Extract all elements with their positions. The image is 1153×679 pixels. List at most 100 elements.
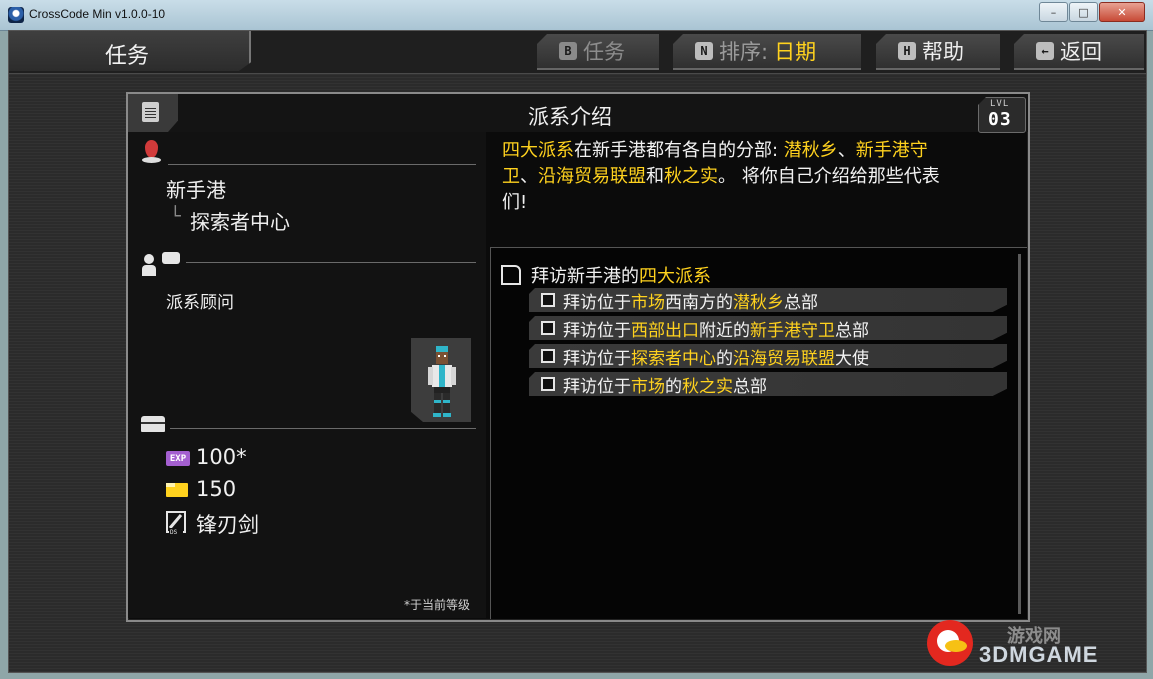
key-h-icon: H [898, 42, 916, 60]
description-text: 、 [520, 166, 538, 187]
key-n-icon: N [695, 42, 713, 60]
reward-exp: 100* [196, 445, 247, 469]
sub-task: 拜访位于市场西南方的潜秋乡总部 [529, 288, 1007, 312]
task-text: 总部 [733, 376, 767, 397]
sort-button-label: 排序: [719, 40, 769, 64]
level-value: 03 [988, 109, 1012, 130]
npc-sprite-icon [428, 346, 456, 417]
subtask-checkbox-icon [541, 377, 555, 391]
main-task: 拜访新手港的四大派系 [501, 262, 711, 288]
task-text: 的 [665, 376, 682, 397]
task-text: 拜访位于 [563, 292, 631, 313]
task-text: 附近的 [699, 320, 750, 341]
reward-chest-icon [141, 416, 165, 432]
svg-text:DS: DS [170, 529, 178, 536]
quest-giver: 派系顾问 [166, 293, 234, 313]
task-text: 大使 [835, 348, 869, 369]
back-button[interactable]: ← 返回 [1014, 34, 1144, 70]
reward-item: 锋刃剑 [196, 513, 259, 537]
task-checkbox-icon [501, 265, 521, 285]
sub-task: 拜访位于市场的秋之实总部 [529, 372, 1007, 396]
location-pin-icon [142, 140, 161, 163]
quest-task-list[interactable]: 拜访新手港的四大派系 拜访位于市场西南方的潜秋乡总部 拜访位于西部出口附近的新手… [490, 247, 1027, 619]
description-line-1: 四大派系在新手港都有各自的分部: 潜秋乡、新手港守 [502, 138, 1002, 164]
sort-button[interactable]: N 排序: 日期 [673, 34, 861, 70]
credits-icon [166, 483, 188, 497]
task-text: 总部 [784, 292, 818, 313]
faction-keyword: 新手港守 [855, 140, 928, 161]
task-keyword: 市场 [631, 376, 665, 397]
divider [168, 164, 476, 165]
subtask-checkbox-icon [541, 349, 555, 363]
task-text: 拜访位于 [563, 376, 631, 397]
top-menu-bar: 任务 B 任务 N 排序: 日期 H 帮助 ← 返回 [9, 31, 1146, 74]
reward-credits: 150 [196, 477, 237, 501]
task-keyword: 沿海贸易联盟 [733, 348, 835, 369]
subtask-checkbox-icon [541, 293, 555, 307]
task-text: 拜访位于 [563, 348, 631, 369]
faction-keyword: 潜秋乡 [783, 140, 838, 161]
document-icon [142, 102, 159, 122]
sub-task: 拜访位于探索者中心的沿海贸易联盟大使 [529, 344, 1007, 368]
task-keyword: 秋之实 [682, 376, 733, 397]
task-keyword: 西部出口 [631, 320, 699, 341]
window-titlebar: CrossCode Min v1.0.0-10 – □ ✕ [0, 0, 1153, 31]
help-button[interactable]: H 帮助 [876, 34, 1000, 70]
window-title: CrossCode Min v1.0.0-10 [29, 7, 166, 21]
sub-task: 拜访位于西部出口附近的新手港守卫总部 [529, 316, 1007, 340]
key-back-icon: ← [1036, 42, 1054, 60]
quests-button[interactable]: B 任务 [537, 34, 659, 70]
key-b-icon: B [559, 42, 577, 60]
description-line-3: 们! [502, 192, 528, 213]
faction-keyword: 卫 [502, 166, 520, 187]
person-icon [142, 254, 156, 276]
faction-keyword: 沿海贸易联盟 [538, 166, 646, 187]
sword-item-icon: DS [166, 511, 186, 536]
description-text: 。 将你自己介绍给那些代表 [718, 166, 940, 187]
task-keyword: 新手港守卫 [750, 320, 835, 341]
site-watermark: 游戏网 3DMGAME [927, 620, 1147, 672]
reward-footnote: *于当前等级 [404, 598, 471, 612]
faction-keyword: 四大派系 [502, 140, 574, 161]
screen-title: 任务 [105, 44, 150, 69]
help-button-label: 帮助 [922, 40, 964, 64]
level-label: LVL [990, 99, 1010, 109]
game-screen: 任务 B 任务 N 排序: 日期 H 帮助 ← 返回 派系介绍 LVL 03 新… [8, 30, 1147, 673]
app-icon [8, 7, 24, 23]
task-keyword: 探索者中心 [631, 348, 716, 369]
faction-keyword: 秋之实 [664, 166, 718, 187]
quest-header: 派系介绍 LVL 03 [128, 94, 1028, 133]
close-button[interactable]: ✕ [1099, 2, 1145, 22]
screen-title-box: 任务 [9, 31, 251, 71]
task-keyword: 潜秋乡 [733, 292, 784, 313]
task-text: 总部 [835, 320, 869, 341]
quest-giver-portrait [411, 338, 471, 422]
quest-doc-badge [128, 94, 178, 132]
subtask-checkbox-icon [541, 321, 555, 335]
sub-location-branch: └ [170, 206, 181, 227]
description-line-2: 卫、沿海贸易联盟和秋之实。 将你自己介绍给那些代表 [502, 164, 1002, 190]
task-text: 拜访位于 [563, 320, 631, 341]
quest-detail-panel: 派系介绍 LVL 03 新手港 └ 探索者中心 派系顾问 EXP 100* 15… [126, 92, 1030, 622]
quest-info-column: 新手港 └ 探索者中心 派系顾问 EXP 100* 150 DS 锋刃剑 *于当… [128, 132, 486, 618]
task-text: 西南方的 [665, 292, 733, 313]
divider [186, 262, 476, 263]
minimize-button[interactable]: – [1039, 2, 1068, 22]
sort-button-value: 日期 [774, 40, 817, 64]
description-text: 在新手港都有各自的分部: [574, 140, 784, 161]
description-text: 和 [646, 166, 664, 187]
watermark-text: 3DMGAME [979, 642, 1099, 667]
quest-level-badge: LVL 03 [978, 97, 1026, 133]
task-keyword: 四大派系 [639, 266, 711, 287]
quests-button-label: 任务 [583, 40, 625, 64]
task-scrollbar[interactable] [1018, 254, 1021, 614]
task-text: 拜访新手港的 [531, 266, 639, 287]
watermark-logo-icon [927, 620, 973, 666]
task-keyword: 市场 [631, 292, 665, 313]
quest-location: 新手港 [166, 178, 226, 202]
exp-icon: EXP [166, 451, 190, 466]
quest-description: 四大派系在新手港都有各自的分部: 潜秋乡、新手港守 卫、沿海贸易联盟和秋之实。 … [502, 138, 1002, 216]
maximize-button[interactable]: □ [1069, 2, 1098, 22]
description-text: 、 [837, 140, 856, 161]
task-text: 的 [716, 348, 733, 369]
